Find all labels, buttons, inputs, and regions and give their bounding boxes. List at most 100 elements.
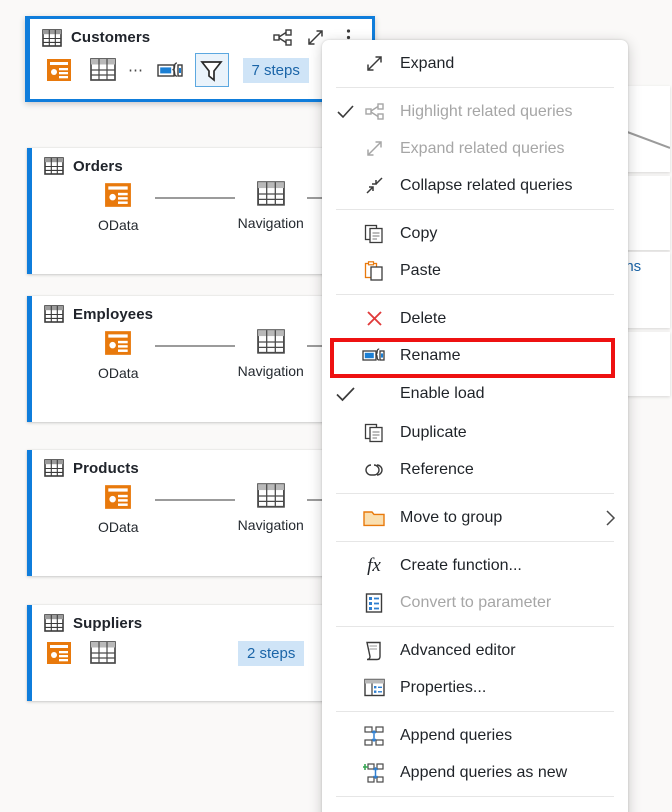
menu-item-duplicate[interactable]: Duplicate <box>322 414 628 451</box>
lineage-connector <box>154 499 235 501</box>
menu-item-merge-queries[interactable]: Merge queries <box>322 802 628 812</box>
expand-diagonal-icon <box>358 54 390 73</box>
menu-item-label: Move to group <box>400 508 503 526</box>
rename-icon <box>358 346 390 365</box>
menu-item-reference[interactable]: Reference <box>322 451 628 488</box>
menu-item-copy[interactable]: Copy <box>322 215 628 252</box>
lineage-node-label: Navigation <box>237 517 304 533</box>
lineage-connector <box>154 345 235 347</box>
query-card-suppliers[interactable]: Suppliers 2 steps <box>27 605 347 701</box>
menu-item-label: Advanced editor <box>400 641 516 659</box>
menu-item-label: Append queries <box>400 726 513 744</box>
chevron-right-icon <box>604 509 616 527</box>
menu-item-create-function[interactable]: fx Create function... <box>322 547 628 584</box>
menu-item-label: Collapse related queries <box>400 176 573 194</box>
menu-item-label: Paste <box>400 261 441 279</box>
menu-item-append-queries-as-new[interactable]: Append queries as new <box>322 754 628 791</box>
menu-item-enable-load[interactable]: Enable load <box>322 374 628 414</box>
table-icon <box>42 28 62 47</box>
menu-item-label: Expand <box>400 54 455 72</box>
table-icon[interactable] <box>88 638 118 668</box>
menu-item-delete[interactable]: Delete <box>322 300 628 337</box>
lineage-node-odata[interactable]: OData <box>82 329 155 381</box>
menu-item-append-queries[interactable]: Append queries <box>322 717 628 754</box>
append-queries-icon <box>358 725 390 746</box>
lineage-node-navigation[interactable]: Navigation <box>235 181 308 231</box>
share-icon <box>358 103 390 120</box>
menu-separator <box>336 711 614 712</box>
share-icon[interactable] <box>273 28 292 47</box>
menu-item-properties[interactable]: Properties... <box>322 669 628 706</box>
menu-separator <box>336 493 614 494</box>
delete-x-icon <box>358 309 390 328</box>
query-toolbar-suppliers: 2 steps <box>32 634 347 678</box>
filter-icon[interactable] <box>194 53 229 87</box>
menu-item-label: Append queries as new <box>400 763 568 781</box>
table-icon <box>256 181 285 207</box>
menu-item-label: Highlight related queries <box>400 102 573 120</box>
query-card-header-orders: Orders <box>32 148 347 177</box>
menu-item-label: Properties... <box>400 678 487 696</box>
query-toolbar-customers: ⋯ 7 steps <box>30 49 372 97</box>
query-title-suppliers: Suppliers <box>73 614 143 632</box>
menu-separator <box>336 626 614 627</box>
lineage-node-label: OData <box>98 519 139 535</box>
rename-icon[interactable] <box>155 55 185 85</box>
append-queries-new-icon <box>358 762 390 783</box>
menu-item-expand-related-queries[interactable]: Expand related queries <box>322 130 628 167</box>
query-card-employees[interactable]: Employees OData Navigation <box>27 296 347 422</box>
menu-item-label: Convert to parameter <box>400 593 552 611</box>
query-title-orders: Orders <box>73 157 123 175</box>
query-context-menu[interactable]: Expand Highlight related queries Expand … <box>322 40 628 812</box>
query-card-header-customers: Customers <box>30 19 372 49</box>
menu-item-label: Reference <box>400 460 474 478</box>
menu-item-paste[interactable]: Paste <box>322 252 628 289</box>
menu-separator <box>336 796 614 797</box>
reference-link-icon <box>358 461 390 479</box>
query-card-products[interactable]: Products OData Navigation <box>27 450 347 576</box>
expand-diagonal-icon <box>358 139 390 158</box>
lineage-products: OData Navigation <box>32 479 347 543</box>
ellipsis-icon[interactable]: ⋯ <box>118 61 155 79</box>
menu-item-label: Enable load <box>400 385 485 402</box>
table-icon[interactable] <box>88 55 118 85</box>
steps-badge-customers: 7 steps <box>242 57 309 83</box>
query-card-orders[interactable]: Orders OData Navigation <box>27 148 347 274</box>
menu-separator <box>336 87 614 88</box>
collapse-diagonal-icon <box>358 176 390 195</box>
table-icon <box>44 614 64 632</box>
menu-separator <box>336 294 614 295</box>
odata-source-icon[interactable] <box>44 55 74 85</box>
menu-item-label: Delete <box>400 309 447 327</box>
query-card-header-suppliers: Suppliers <box>32 605 347 634</box>
menu-item-convert-to-parameter[interactable]: Convert to parameter <box>322 584 628 621</box>
fx-function-icon: fx <box>367 554 381 576</box>
query-title-products: Products <box>73 459 139 477</box>
odata-source-icon <box>104 181 132 209</box>
checkmark-icon <box>332 386 358 402</box>
lineage-node-navigation[interactable]: Navigation <box>235 483 308 533</box>
lineage-node-label: Navigation <box>237 215 304 231</box>
diagram-view-screen: nns Customers ⋯ 7 steps Orders OData Nav… <box>0 0 672 812</box>
menu-item-advanced-editor[interactable]: Advanced editor <box>322 632 628 669</box>
lineage-node-navigation[interactable]: Navigation <box>235 329 308 379</box>
menu-item-label: Duplicate <box>400 423 467 441</box>
lineage-node-odata[interactable]: OData <box>82 483 155 535</box>
lineage-node-label: Navigation <box>237 363 304 379</box>
menu-item-collapse-related-queries[interactable]: Collapse related queries <box>322 167 628 204</box>
parameter-icon <box>358 592 390 613</box>
lineage-orders: OData Navigation <box>32 177 347 241</box>
lineage-node-odata[interactable]: OData <box>82 181 155 233</box>
lineage-connector <box>154 197 235 199</box>
table-icon <box>256 483 285 509</box>
copy-icon <box>358 423 390 443</box>
menu-item-rename[interactable]: Rename <box>322 337 628 374</box>
menu-item-highlight-related-queries[interactable]: Highlight related queries <box>322 93 628 130</box>
lineage-node-label: OData <box>98 217 139 233</box>
menu-separator <box>336 541 614 542</box>
folder-icon <box>358 509 390 527</box>
copy-icon <box>358 224 390 244</box>
menu-item-move-to-group[interactable]: Move to group <box>322 499 628 536</box>
odata-source-icon[interactable] <box>44 638 74 668</box>
menu-item-expand[interactable]: Expand <box>322 45 628 82</box>
